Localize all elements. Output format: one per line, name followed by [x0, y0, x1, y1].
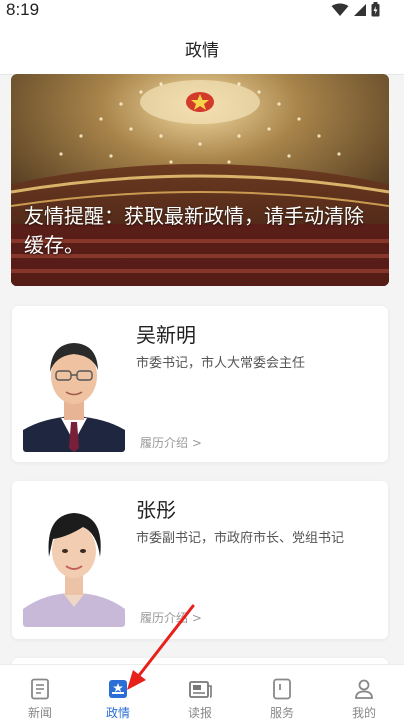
signal-icon [354, 3, 366, 16]
leader-photo [23, 318, 125, 452]
leader-name: 张彤 [136, 498, 176, 522]
battery-icon [371, 2, 380, 17]
tab-profile[interactable]: 我的 [324, 665, 404, 726]
tab-label: 我的 [351, 706, 376, 720]
bottom-tab-bar: 新闻 政情 读报 服务 我的 [0, 664, 404, 726]
status-time: 8:19 [6, 0, 40, 19]
leader-card[interactable]: 张彤 市委副书记，市政府市长、党组书记 履历介绍 > [12, 481, 388, 639]
wifi-icon [331, 3, 349, 16]
newspaper-icon [189, 681, 212, 698]
tab-label: 新闻 [27, 706, 52, 720]
tab-label: 政情 [105, 706, 130, 720]
tab-label: 服务 [269, 706, 294, 720]
banner[interactable]: 友情提醒：获取最新政情，请手动清除缓存。 [11, 74, 389, 286]
leader-photo [23, 493, 125, 627]
resume-link[interactable]: 履历介绍 > [140, 434, 202, 451]
politics-icon [109, 680, 127, 698]
tab-newspaper[interactable]: 读报 [160, 665, 240, 726]
tab-news[interactable]: 新闻 [0, 665, 80, 726]
page-title: 政情 [185, 41, 219, 61]
leader-title: 市委副书记，市政府市长、党组书记 [136, 531, 345, 546]
banner-notice: 友情提醒：获取最新政情，请手动清除缓存。 [24, 204, 364, 257]
leader-title: 市委书记，市人大常委会主任 [136, 356, 306, 371]
tab-label: 读报 [187, 706, 212, 720]
tab-politics[interactable]: 政情 [78, 665, 158, 726]
status-bar: 8:19 [0, 0, 404, 24]
profile-icon [355, 679, 373, 699]
status-icons [331, 2, 380, 17]
news-icon [31, 678, 49, 700]
service-icon [273, 678, 291, 700]
leader-card[interactable]: 吴新明 市委书记，市人大常委会主任 履历介绍 > [12, 306, 388, 462]
leader-name: 吴新明 [136, 323, 196, 347]
nav-bar: 政情 [0, 24, 404, 75]
tab-service[interactable]: 服务 [242, 665, 322, 726]
resume-link[interactable]: 履历介绍 > [140, 609, 202, 626]
